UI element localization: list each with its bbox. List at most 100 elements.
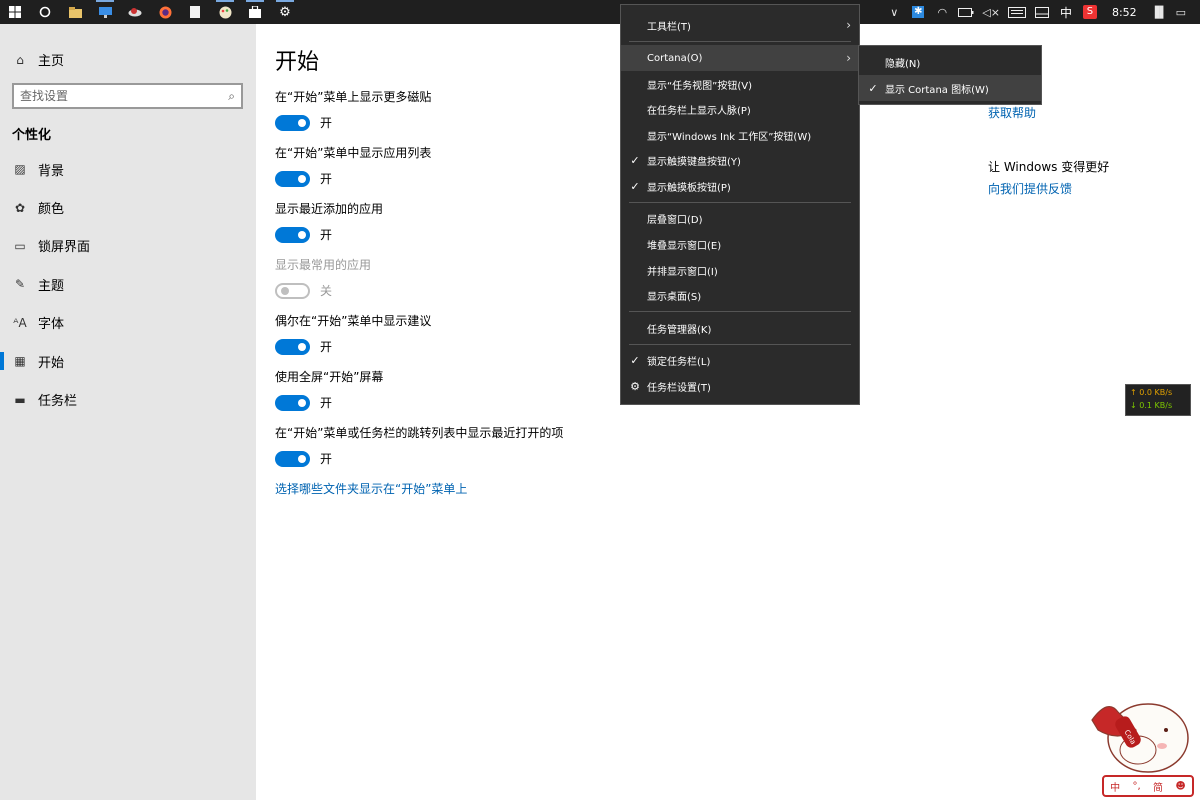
settings-button[interactable]: ⚙ bbox=[270, 0, 300, 24]
menu-item-stacked[interactable]: 堆叠显示窗口(E) bbox=[621, 231, 859, 257]
firefox-button[interactable] bbox=[150, 0, 180, 24]
setting-recent-items: 在“开始”菜单或任务栏的跳转列表中显示最近打开的项 开 bbox=[275, 424, 563, 467]
nav-home[interactable]: ⌂ 主页 bbox=[12, 50, 64, 70]
search-icon[interactable]: ⌕ bbox=[228, 89, 235, 104]
volume-mute-icon: ◁× bbox=[982, 5, 1000, 19]
upload-speed: ↑ 0.0 KB/s bbox=[1130, 388, 1173, 397]
get-help-link[interactable]: 获取帮助 bbox=[988, 104, 1036, 121]
cloud-app-button[interactable] bbox=[120, 0, 150, 24]
ime-toolbar[interactable]: 中 °, 简 ☻ bbox=[1102, 775, 1194, 797]
keyboard-icon bbox=[1007, 6, 1026, 18]
network-button[interactable]: ◠ bbox=[930, 0, 954, 24]
nav-item-label: 开始 bbox=[38, 355, 65, 371]
sogou-input-button[interactable]: S bbox=[1078, 0, 1102, 24]
toggle-switch[interactable] bbox=[275, 450, 310, 467]
clock[interactable]: 8:52 bbox=[1102, 0, 1147, 24]
menu-item-windows-ink[interactable]: 显示“Windows Ink 工作区”按钮(W) bbox=[621, 122, 859, 148]
submenu-item-show-cortana-icon[interactable]: ✓ 显示 Cortana 图标(W) bbox=[859, 75, 1041, 101]
taskbar-icon: ▬ bbox=[14, 392, 26, 407]
ime-simplified-label[interactable]: 简 bbox=[1153, 779, 1163, 794]
nav-item-lock-screen[interactable]: ▭ 锁屏界面 bbox=[0, 227, 256, 265]
file-explorer-button[interactable] bbox=[60, 0, 90, 24]
feedback-link[interactable]: 向我们提供反馈 bbox=[988, 180, 1072, 197]
show-hidden-icons-button[interactable]: ∨ bbox=[882, 0, 906, 24]
touchpad-icon bbox=[1034, 6, 1049, 18]
windows-start-button[interactable] bbox=[0, 0, 30, 24]
ime-skin-icon[interactable]: ☻ bbox=[1175, 781, 1185, 792]
action-center-button[interactable]: ▭ bbox=[1172, 0, 1200, 24]
menu-separator bbox=[629, 311, 851, 312]
menu-item-task-manager[interactable]: 任务管理器(K) bbox=[621, 315, 859, 341]
mascot-figure[interactable]: Cola bbox=[1078, 690, 1190, 775]
store-button[interactable] bbox=[240, 0, 270, 24]
menu-item-cortana[interactable]: Cortana(O) › bbox=[621, 45, 859, 71]
menu-item-label: 显示触摸板按钮(P) bbox=[647, 182, 731, 194]
menu-item-task-view[interactable]: 显示“任务视图”按钮(V) bbox=[621, 71, 859, 97]
touch-keyboard-button[interactable] bbox=[1004, 0, 1030, 24]
menu-item-touch-keyboard[interactable]: ✓ 显示触摸键盘按钮(Y) bbox=[621, 147, 859, 173]
battery-button[interactable] bbox=[954, 0, 978, 24]
ime-punct-label[interactable]: °, bbox=[1133, 781, 1141, 792]
menu-item-label: 在任务栏上显示人脉(P) bbox=[647, 105, 751, 117]
tray-app-button[interactable]: ✱ bbox=[906, 0, 930, 24]
menu-separator bbox=[629, 41, 851, 42]
toggle-switch[interactable] bbox=[275, 226, 310, 243]
remote-desktop-button[interactable] bbox=[90, 0, 120, 24]
choose-folders-link[interactable]: 选择哪些文件夹显示在“开始”菜单上 bbox=[275, 480, 467, 497]
menu-item-taskbar-settings[interactable]: ⚙ 任务栏设置(T) bbox=[621, 373, 859, 399]
cloud-app-icon bbox=[128, 8, 142, 17]
toggle-switch[interactable] bbox=[275, 170, 310, 187]
menu-item-side-by-side[interactable]: 并排显示窗口(I) bbox=[621, 257, 859, 283]
action-center-icon: ▭ bbox=[1175, 5, 1186, 19]
document-icon bbox=[190, 6, 200, 18]
nav-item-colors[interactable]: ✿ 颜色 bbox=[0, 188, 256, 226]
menu-item-label: 显示触摸键盘按钮(Y) bbox=[647, 156, 741, 168]
menu-item-people[interactable]: 在任务栏上显示人脉(P) bbox=[621, 96, 859, 122]
setting-label: 在“开始”菜单上显示更多磁贴 bbox=[275, 90, 432, 104]
menu-item-toolbars[interactable]: 工具栏(T) › bbox=[621, 12, 859, 38]
touchpad-button[interactable] bbox=[1030, 0, 1054, 24]
search-input[interactable] bbox=[20, 89, 229, 103]
chevron-right-icon: › bbox=[846, 18, 851, 32]
cortana-button[interactable] bbox=[30, 0, 60, 24]
toggle-switch[interactable] bbox=[275, 114, 310, 131]
ime-mode-label[interactable]: 中 bbox=[1110, 779, 1120, 794]
menu-item-lock-taskbar[interactable]: ✓ 锁定任务栏(L) bbox=[621, 347, 859, 373]
toggle-switch[interactable] bbox=[275, 394, 310, 411]
volume-button[interactable]: ◁× bbox=[978, 0, 1004, 24]
menu-item-label: 显示 Cortana 图标(W) bbox=[885, 84, 989, 96]
nav-item-fonts[interactable]: ᴬA 字体 bbox=[0, 304, 256, 342]
settings-search-box[interactable]: ⌕ bbox=[12, 83, 243, 109]
setting-label: 显示最常用的应用 bbox=[275, 258, 372, 272]
setting-label: 使用全屏“开始”屏幕 bbox=[275, 370, 384, 384]
menu-item-label: 堆叠显示窗口(E) bbox=[647, 240, 722, 252]
chevron-up-icon: ∨ bbox=[890, 5, 899, 19]
section-title: 个性化 bbox=[12, 128, 52, 143]
document-button[interactable] bbox=[180, 0, 210, 24]
taskmgr-tray-button[interactable]: ▐▌ bbox=[1147, 0, 1172, 24]
submenu-item-hidden[interactable]: 隐藏(N) bbox=[859, 49, 1041, 75]
menu-item-touchpad[interactable]: ✓ 显示触摸板按钮(P) bbox=[621, 173, 859, 199]
remote-desktop-icon bbox=[98, 6, 112, 18]
toggle-state: 开 bbox=[320, 116, 333, 130]
nav-item-label: 颜色 bbox=[38, 202, 65, 218]
nav-item-themes[interactable]: ✎ 主题 bbox=[0, 265, 256, 303]
toggle-switch[interactable] bbox=[275, 282, 310, 299]
nav-item-taskbar[interactable]: ▬ 任务栏 bbox=[0, 380, 256, 418]
net-speed-widget[interactable]: ↑ 0.0 KB/s ↓ 0.1 KB/s bbox=[1125, 384, 1191, 416]
setting-label: 在“开始”菜单或任务栏的跳转列表中显示最近打开的项 bbox=[275, 426, 564, 440]
page-title: 开始 bbox=[275, 50, 320, 75]
menu-item-show-desktop[interactable]: 显示桌面(S) bbox=[621, 282, 859, 308]
nav-item-background[interactable]: ▨ 背景 bbox=[0, 150, 256, 188]
nav-item-start[interactable]: ▦ 开始 bbox=[0, 342, 256, 380]
menu-item-cascade[interactable]: 层叠窗口(D) bbox=[621, 205, 859, 231]
lock-screen-icon: ▭ bbox=[14, 238, 26, 253]
nav-item-label: 主题 bbox=[38, 278, 65, 294]
paint-app-button[interactable] bbox=[210, 0, 240, 24]
input-language-button[interactable]: 中 bbox=[1054, 0, 1078, 24]
menu-item-label: 任务管理器(K) bbox=[647, 324, 712, 336]
cortana-circle-icon bbox=[39, 6, 51, 18]
toggle-switch[interactable] bbox=[275, 338, 310, 355]
taskbar-context-menu: 工具栏(T) › Cortana(O) › 显示“任务视图”按钮(V) 在任务栏… bbox=[620, 4, 860, 405]
theme-brush-icon: ✎ bbox=[14, 277, 26, 292]
